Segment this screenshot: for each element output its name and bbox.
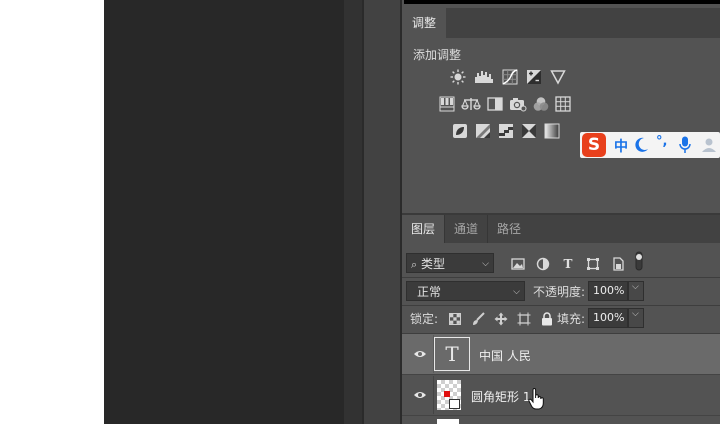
lock-position-icon[interactable] bbox=[493, 311, 509, 327]
hue-saturation-icon[interactable] bbox=[439, 96, 455, 112]
ime-toolbar[interactable]: S 中 °, bbox=[580, 132, 720, 158]
tab-adjustments[interactable]: 调整 bbox=[402, 8, 447, 38]
add-adjustment-heading: 添加调整 bbox=[413, 48, 462, 62]
lock-transparent-pixels-icon[interactable] bbox=[447, 311, 463, 327]
selective-color-icon[interactable] bbox=[521, 123, 537, 139]
search-icon: ⌕ bbox=[411, 258, 418, 271]
divider bbox=[402, 305, 720, 306]
layer-row[interactable]: 圆角矩形 1 bbox=[402, 375, 720, 415]
lock-image-pixels-icon[interactable] bbox=[470, 311, 486, 327]
chevron-down-icon: ⌵ bbox=[632, 282, 639, 292]
layer-row[interactable]: T 中国 人民 bbox=[402, 334, 720, 374]
adjustment-filter-icon[interactable] bbox=[535, 256, 551, 272]
text-layer-icon: T bbox=[445, 342, 459, 366]
tab-channels-label: 通道 bbox=[453, 222, 478, 236]
image-filter-icon[interactable] bbox=[510, 256, 526, 272]
layer-name[interactable]: 中国 人民 bbox=[479, 347, 531, 364]
fill-label: 填充: bbox=[557, 312, 586, 326]
panel-top-edge bbox=[404, 0, 720, 4]
moon-icon[interactable] bbox=[635, 137, 649, 156]
text-layer-thumbnail: T bbox=[434, 337, 470, 371]
gradient-map-icon[interactable] bbox=[544, 123, 560, 139]
tab-adjustments-label: 调整 bbox=[412, 16, 437, 30]
canvas-pasteboard bbox=[104, 0, 344, 424]
scrollbar-track[interactable] bbox=[344, 0, 362, 424]
black-white-icon[interactable] bbox=[487, 96, 503, 112]
layer-filter-select[interactable]: ⌕ 类型 ⌵ bbox=[406, 253, 494, 273]
adjustment-icons-row-2 bbox=[439, 96, 571, 112]
adjustments-tab-bar: 调整 bbox=[402, 8, 720, 38]
photo-filter-icon[interactable] bbox=[509, 96, 527, 112]
visibility-eye-icon[interactable] bbox=[410, 334, 430, 374]
ime-lang-toggle[interactable]: 中 bbox=[614, 136, 628, 156]
threshold-icon[interactable] bbox=[498, 123, 514, 139]
user-skin-icon[interactable] bbox=[701, 137, 717, 156]
canvas-white-area bbox=[0, 0, 104, 424]
chevron-down-icon: ⌵ bbox=[632, 309, 639, 319]
posterize-icon[interactable] bbox=[475, 123, 491, 139]
invert-icon[interactable] bbox=[452, 123, 468, 139]
filter-toggle-switch[interactable] bbox=[634, 251, 644, 271]
layer-name[interactable]: 圆角矩形 1 bbox=[471, 388, 530, 405]
divider bbox=[402, 277, 720, 278]
layers-tab-bar: 图层 通道 路径 bbox=[402, 215, 720, 243]
ime-punctuation-toggle[interactable]: °, bbox=[656, 134, 667, 149]
adjustment-icons-row-3 bbox=[452, 123, 560, 139]
smart-object-filter-icon[interactable] bbox=[610, 256, 626, 272]
tab-channels[interactable]: 通道 bbox=[445, 215, 487, 243]
tab-layers-label: 图层 bbox=[410, 222, 435, 236]
tab-layers[interactable]: 图层 bbox=[402, 215, 444, 243]
opacity-dropdown-button[interactable]: ⌵ bbox=[628, 281, 644, 301]
color-lookup-icon[interactable] bbox=[555, 96, 571, 112]
divider bbox=[402, 415, 720, 416]
ime-logo-icon[interactable]: S bbox=[582, 133, 606, 157]
layer-filter-icons: T bbox=[510, 256, 626, 272]
color-balance-icon[interactable] bbox=[461, 96, 481, 112]
row-divider bbox=[433, 376, 434, 414]
collapsed-panel-dock bbox=[364, 0, 402, 424]
chevron-down-icon: ⌵ bbox=[513, 287, 520, 297]
hand-cursor-icon bbox=[528, 387, 546, 413]
lock-artboard-icon[interactable] bbox=[516, 311, 532, 327]
layer-thumbnail-partial bbox=[437, 419, 459, 424]
shape-layer-thumbnail bbox=[437, 380, 461, 410]
tab-paths-label: 路径 bbox=[496, 222, 521, 236]
lock-icons bbox=[447, 311, 555, 327]
tab-paths[interactable]: 路径 bbox=[488, 215, 530, 243]
brightness-contrast-icon[interactable] bbox=[450, 69, 466, 85]
channel-mixer-icon[interactable] bbox=[533, 96, 549, 112]
curves-icon[interactable] bbox=[502, 69, 518, 85]
red-shape-preview bbox=[444, 391, 450, 397]
adjustment-icons-row-1 bbox=[450, 69, 566, 85]
opacity-label: 不透明度: bbox=[533, 285, 586, 299]
vibrance-icon[interactable] bbox=[550, 69, 566, 85]
fill-input[interactable]: 100% bbox=[588, 308, 628, 328]
chevron-down-icon: ⌵ bbox=[482, 259, 489, 269]
blend-mode-select[interactable]: 正常 ⌵ bbox=[406, 281, 525, 301]
fill-dropdown-button[interactable]: ⌵ bbox=[628, 308, 644, 328]
exposure-icon[interactable] bbox=[526, 69, 542, 85]
lock-all-icon[interactable] bbox=[539, 311, 555, 327]
type-filter-icon[interactable]: T bbox=[560, 256, 576, 272]
layer-filter-value: 类型 bbox=[421, 257, 446, 271]
blend-mode-value: 正常 bbox=[417, 285, 442, 299]
vector-mask-icon bbox=[449, 399, 460, 409]
visibility-eye-icon[interactable] bbox=[410, 375, 430, 415]
opacity-input[interactable]: 100% bbox=[588, 281, 628, 301]
microphone-icon[interactable] bbox=[679, 136, 691, 157]
levels-icon[interactable] bbox=[474, 69, 494, 85]
shape-filter-icon[interactable] bbox=[585, 256, 601, 272]
lock-label: 锁定: bbox=[410, 312, 439, 326]
